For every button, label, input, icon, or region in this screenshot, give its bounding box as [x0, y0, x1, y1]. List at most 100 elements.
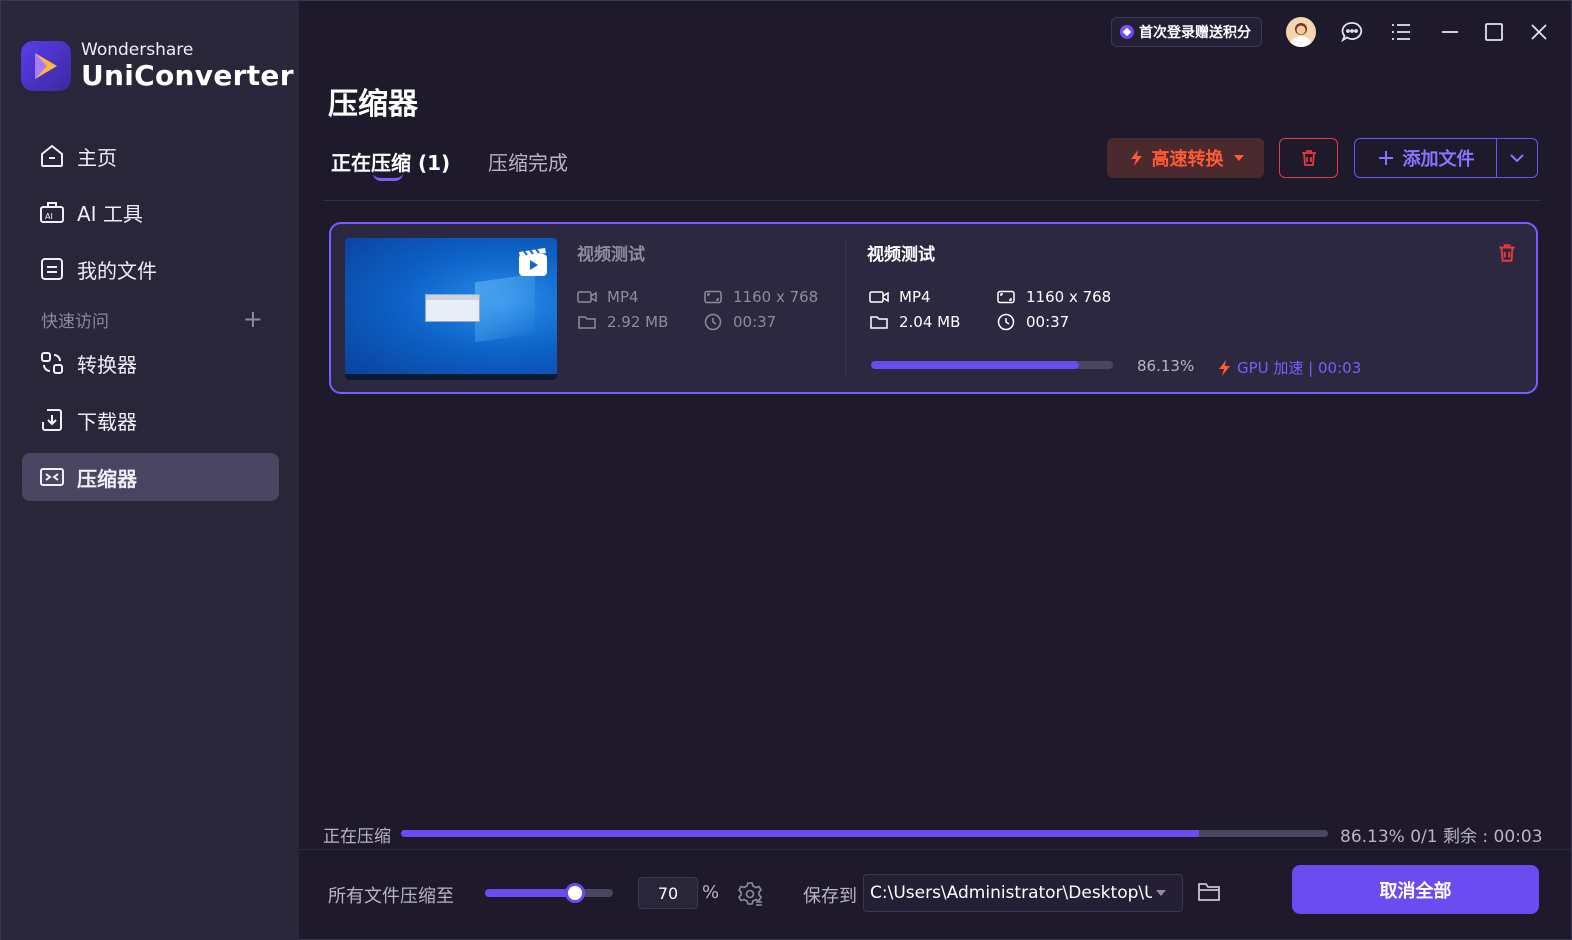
active-tab-indicator [373, 173, 403, 181]
overall-progress-bar [401, 830, 1328, 837]
close-icon[interactable] [1524, 17, 1554, 47]
video-camera-icon [577, 289, 597, 305]
promo-badge[interactable]: 首次登录赠送积分 [1111, 17, 1262, 47]
folder-icon [577, 314, 597, 330]
video-thumbnail[interactable] [345, 238, 557, 380]
source-format: MP4 [577, 288, 639, 306]
target-format-value: MP4 [899, 288, 931, 306]
quick-access-header: 快速访问 + [41, 307, 263, 332]
brand-company: Wondershare [81, 40, 194, 60]
sidebar-item-compressor[interactable]: 压缩器 [22, 453, 279, 501]
source-resolution: 1160 x 768 [703, 288, 818, 306]
target-resolution-value: 1160 x 768 [1026, 288, 1112, 306]
compress-ratio-input[interactable] [638, 877, 698, 909]
caret-down-icon [1156, 890, 1166, 896]
sidebar-item-converter[interactable]: 转换器 [22, 339, 279, 387]
sidebar: Wondershare UniConverter 主页 AI AI 工具 我的文… [1, 1, 299, 940]
chat-icon[interactable] [1337, 17, 1367, 47]
maximize-icon[interactable] [1479, 17, 1509, 47]
sidebar-item-label: 下载器 [77, 409, 137, 434]
source-resolution-value: 1160 x 768 [733, 288, 819, 306]
save-path-value: C:\Users\Administrator\Desktop\U [870, 883, 1152, 903]
target-size: 2.04 MB [869, 313, 960, 331]
clock-icon [996, 313, 1016, 331]
tab-completed[interactable]: 压缩完成 [488, 147, 568, 176]
compress-ratio-slider-thumb[interactable] [564, 883, 585, 903]
source-format-value: MP4 [607, 288, 639, 306]
compress-ratio-slider[interactable] [485, 883, 613, 903]
sidebar-item-label: 主页 [77, 145, 117, 170]
add-quick-access-button[interactable]: + [243, 307, 263, 331]
target-format: MP4 [869, 288, 931, 306]
svg-text:AI: AI [45, 212, 53, 221]
file-card[interactable]: 视频测试 MP4 2.92 MB 1160 x 768 00:37 视频测试 M… [329, 222, 1538, 394]
add-file-dropdown[interactable] [1497, 153, 1537, 163]
plus-icon [1378, 151, 1393, 165]
target-duration: 00:37 [996, 313, 1069, 331]
target-size-value: 2.04 MB [899, 313, 961, 331]
add-file-button-group: 添加文件 [1354, 138, 1538, 178]
compress-all-label: 所有文件压缩至 [328, 886, 454, 907]
thumbnail-windows-logo [475, 273, 535, 343]
minimize-icon[interactable] [1435, 17, 1465, 47]
source-size: 2.92 MB [577, 313, 668, 331]
points-icon [1120, 25, 1134, 39]
file-progress-bar [871, 361, 1113, 369]
save-path-select[interactable]: C:\Users\Administrator\Desktop\U [863, 874, 1183, 912]
overall-progress-status: 86.13% 0/1 剩余 : 00:03 [1340, 827, 1543, 847]
save-to-label: 保存到 [803, 886, 857, 907]
source-duration: 00:37 [703, 313, 776, 331]
sidebar-item-downloader[interactable]: 下载器 [22, 396, 279, 444]
source-size-value: 2.92 MB [607, 313, 669, 331]
sidebar-item-label: 转换器 [77, 352, 137, 377]
page-title: 压缩器 [328, 87, 418, 122]
resolution-icon [996, 289, 1016, 305]
overall-progress-fill [401, 830, 1200, 837]
ai-toolbox-icon: AI [38, 198, 66, 226]
compressor-icon [38, 463, 66, 491]
trash-icon [1301, 150, 1316, 166]
document-icon [38, 255, 66, 283]
compress-settings-icon[interactable] [737, 881, 763, 907]
sidebar-item-label: AI 工具 [77, 201, 143, 226]
overall-progress-label: 正在压缩 [323, 827, 391, 847]
home-icon [38, 142, 66, 170]
tab-compressing[interactable]: 正在压缩 (1) [331, 147, 450, 176]
thumbnail-taskbar [345, 374, 557, 380]
promo-label: 首次登录赠送积分 [1139, 25, 1251, 41]
bottom-divider [299, 849, 1571, 850]
clock-icon [703, 313, 723, 331]
resolution-icon [703, 289, 723, 305]
remove-file-button[interactable] [1496, 242, 1518, 264]
trash-icon [1499, 244, 1515, 262]
avatar-icon [1286, 17, 1316, 47]
thumbnail-dialog [425, 294, 480, 322]
source-duration-value: 00:37 [733, 313, 777, 331]
lightning-icon [1219, 359, 1230, 376]
header-divider [323, 200, 1541, 201]
sidebar-item-my-files[interactable]: 我的文件 [22, 245, 279, 293]
caret-down-icon [1233, 155, 1244, 161]
brand: Wondershare UniConverter [21, 41, 294, 91]
sidebar-item-label: 我的文件 [77, 258, 157, 283]
brand-product: UniConverter [81, 59, 294, 92]
sidebar-item-ai-tools[interactable]: AI AI 工具 [22, 188, 279, 236]
fast-convert-button[interactable]: 高速转换 [1107, 138, 1264, 178]
target-duration-value: 00:37 [1026, 313, 1070, 331]
cancel-all-button[interactable]: 取消全部 [1292, 865, 1539, 914]
open-folder-icon[interactable] [1197, 881, 1221, 905]
video-clapper-icon [519, 248, 547, 276]
avatar[interactable] [1286, 17, 1316, 47]
converter-icon [38, 349, 66, 377]
add-file-button[interactable]: 添加文件 [1355, 139, 1497, 177]
gpu-label: GPU 加速 | 00:03 [1237, 359, 1362, 377]
lightning-icon [1130, 150, 1142, 166]
menu-list-icon[interactable] [1386, 17, 1416, 47]
downloader-icon [38, 406, 66, 434]
video-camera-icon [869, 289, 889, 305]
delete-all-button[interactable] [1279, 138, 1338, 178]
quick-access-label: 快速访问 [41, 311, 109, 332]
sidebar-item-home[interactable]: 主页 [22, 132, 279, 180]
file-progress-percent: 86.13% [1137, 357, 1195, 375]
sidebar-item-label: 压缩器 [77, 466, 137, 491]
